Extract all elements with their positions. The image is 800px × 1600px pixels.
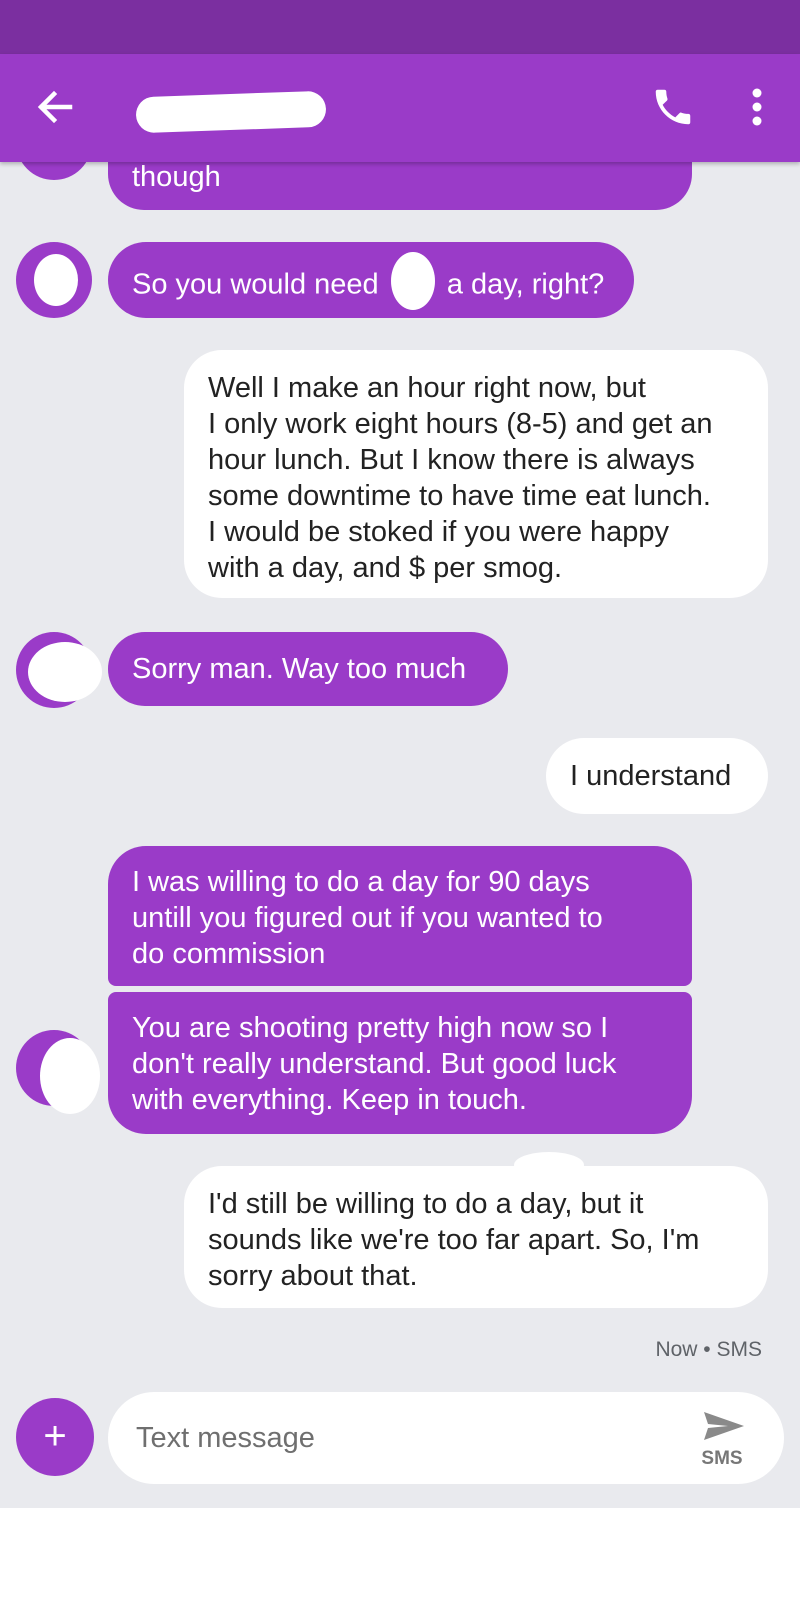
- send-button[interactable]: SMS: [682, 1406, 762, 1472]
- compose-area: + SMS: [0, 1378, 800, 1508]
- plus-icon: +: [43, 1414, 67, 1458]
- message-text: Well I make an hour right now, but I onl…: [208, 372, 713, 584]
- contact-avatar[interactable]: [16, 632, 102, 708]
- message-bubble-outgoing[interactable]: I'd still be willing to do a day, but it…: [184, 1166, 768, 1308]
- redaction-mark: [390, 252, 435, 310]
- message-text: You are shooting pretty high now so I do…: [132, 1012, 617, 1116]
- add-attachment-button[interactable]: +: [16, 1398, 94, 1476]
- message-text: a day, right?: [446, 268, 605, 301]
- message-bubble-incoming[interactable]: I was willing to do a day for 90 days un…: [108, 846, 692, 986]
- phone-icon: [655, 89, 691, 125]
- message-input[interactable]: [136, 1414, 656, 1462]
- message-bubble-incoming[interactable]: You are shooting pretty high now so I do…: [108, 992, 692, 1134]
- compose-box: SMS: [108, 1392, 784, 1484]
- message-text: Sorry man. Way too much: [132, 653, 467, 685]
- message-bubble-outgoing[interactable]: Well I make an hour right now, but I onl…: [184, 350, 768, 598]
- contact-avatar[interactable]: [16, 242, 92, 318]
- message-text: I understand: [570, 760, 732, 792]
- message-text: I was willing to do a day for 90 days un…: [132, 866, 603, 970]
- app-bar: [0, 54, 800, 162]
- redaction-mark: [514, 1152, 584, 1178]
- contact-avatar[interactable]: [16, 1030, 100, 1114]
- message-thread: though So you would need a day, right? W…: [0, 0, 800, 1600]
- arrow-back-icon: [37, 90, 73, 124]
- navigation-bar: [0, 1508, 800, 1600]
- send-mode-label: SMS: [701, 1448, 743, 1469]
- message-text: though: [132, 161, 221, 193]
- contact-name[interactable]: [135, 90, 327, 134]
- message-timestamp: Now • SMS: [655, 1338, 762, 1361]
- message-bubble-incoming[interactable]: Sorry man. Way too much: [108, 632, 508, 706]
- message-bubble-outgoing[interactable]: I understand: [546, 738, 768, 814]
- status-bar: [0, 0, 800, 54]
- more-vert-icon: [752, 88, 762, 126]
- send-icon: [704, 1412, 744, 1440]
- message-text: So you would need: [132, 268, 379, 301]
- back-button[interactable]: [30, 82, 80, 132]
- message-bubble-incoming[interactable]: So you would need a day, right?: [108, 242, 634, 318]
- message-text: I'd still be willing to do a day, but it…: [208, 1188, 700, 1292]
- more-options-button[interactable]: [740, 84, 774, 130]
- call-button[interactable]: [650, 84, 696, 130]
